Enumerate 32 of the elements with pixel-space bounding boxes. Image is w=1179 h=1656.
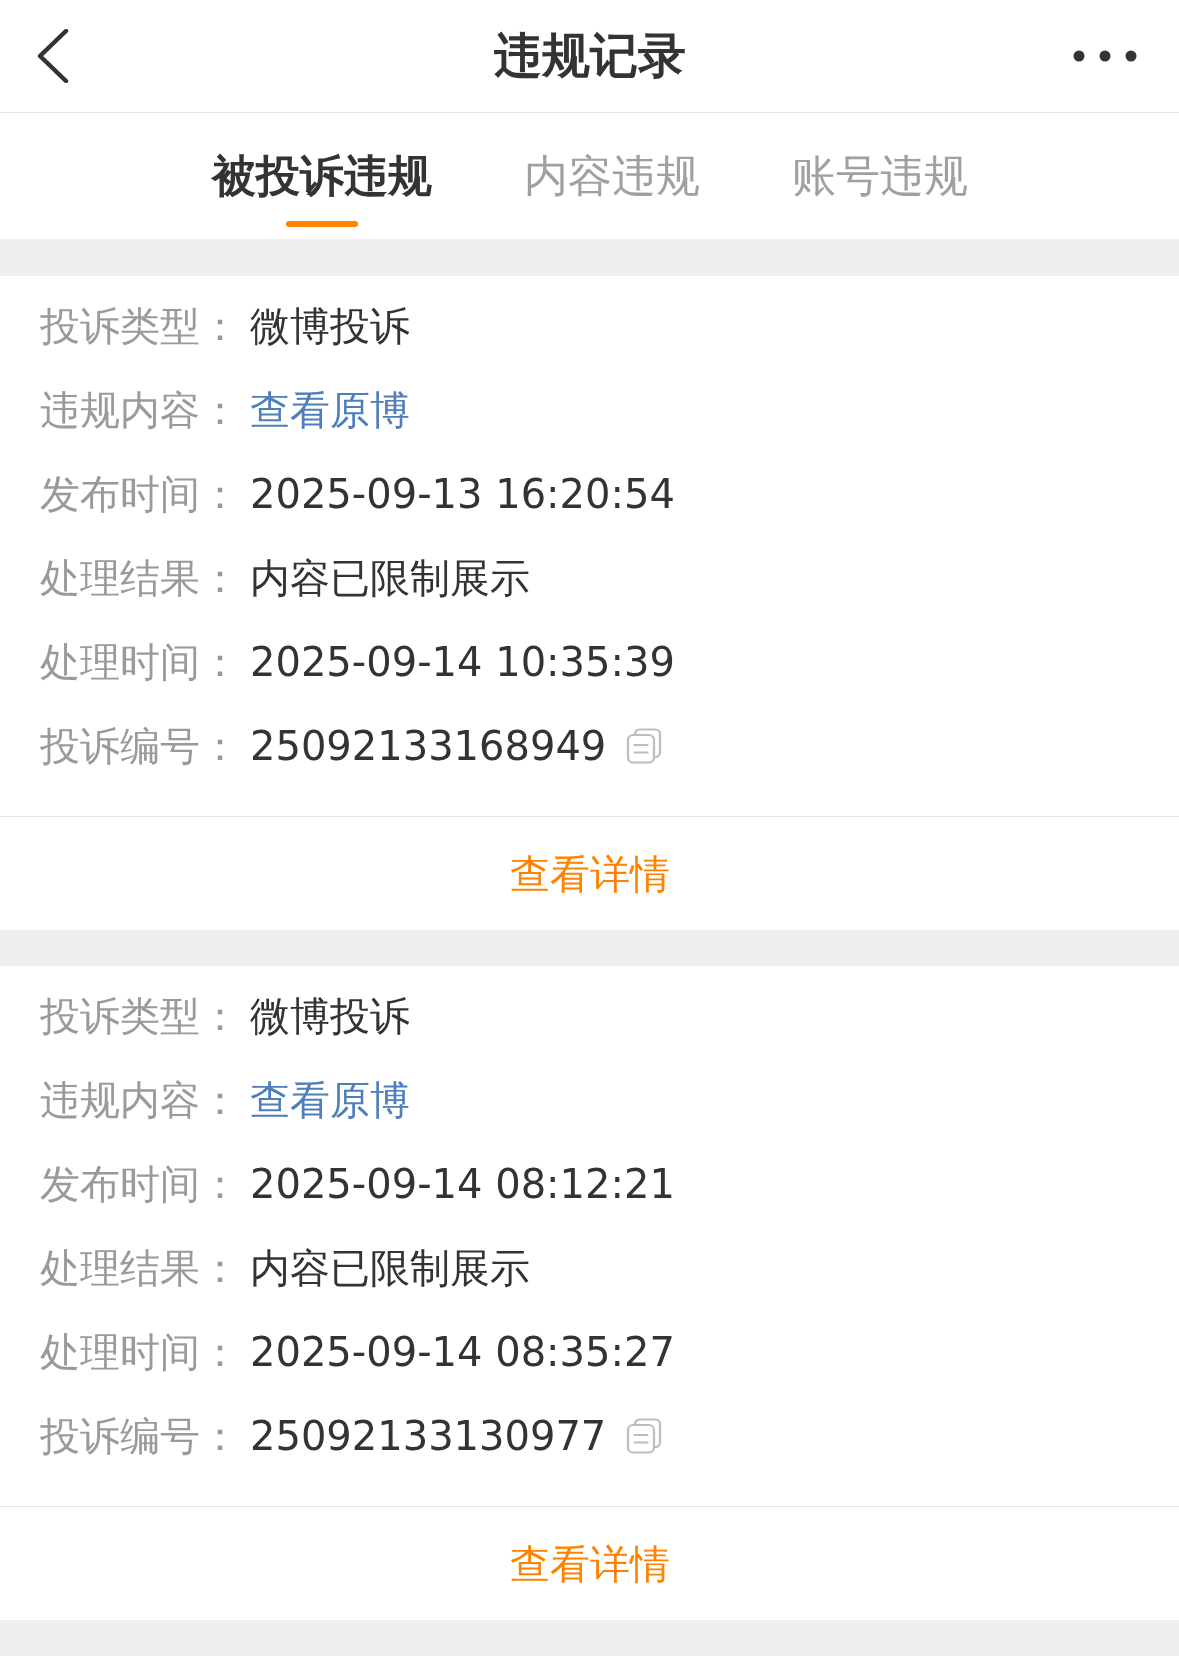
field-value: 内容已限制展示 <box>250 1244 530 1292</box>
tab[interactable]: 账号违规 <box>791 150 968 203</box>
view-original-link[interactable]: 查看原博 <box>250 1076 410 1124</box>
field-label: 发布时间： <box>40 1160 240 1208</box>
field-value: 2025-09-14 10:35:39 <box>250 638 675 686</box>
field-value: 微博投诉 <box>250 302 410 350</box>
field-label: 违规内容： <box>40 1076 240 1124</box>
field-label: 处理结果： <box>40 1244 240 1292</box>
field-value: 2025-09-13 16:20:54 <box>250 470 675 518</box>
field-label: 投诉编号： <box>40 1412 240 1460</box>
field-label: 处理时间： <box>40 1328 240 1376</box>
field-label: 投诉类型： <box>40 302 240 350</box>
view-details-button[interactable]: 查看详情 <box>509 1539 670 1588</box>
back-icon[interactable] <box>37 29 69 83</box>
field-label: 投诉类型： <box>40 992 240 1040</box>
field-value: 25092133168949 <box>250 722 607 770</box>
more-icon[interactable] <box>1073 50 1137 62</box>
field-label: 违规内容： <box>40 386 240 434</box>
page-title: 违规记录 <box>493 28 686 84</box>
view-details-button[interactable]: 查看详情 <box>509 849 670 898</box>
tab[interactable]: 内容违规 <box>523 150 700 203</box>
field-value: 25092133130977 <box>250 1412 607 1460</box>
field-value: 2025-09-14 08:35:27 <box>250 1328 675 1376</box>
field-label: 发布时间： <box>40 470 240 518</box>
field-value: 内容已限制展示 <box>250 554 530 602</box>
field-label: 处理时间： <box>40 638 240 686</box>
field-value: 2025-09-14 08:12:21 <box>250 1160 675 1208</box>
field-label: 投诉编号： <box>40 722 240 770</box>
tab[interactable]: 被投诉违规 <box>211 150 432 227</box>
field-label: 处理结果： <box>40 554 240 602</box>
view-original-link[interactable]: 查看原博 <box>250 386 410 434</box>
field-value: 微博投诉 <box>250 992 410 1040</box>
